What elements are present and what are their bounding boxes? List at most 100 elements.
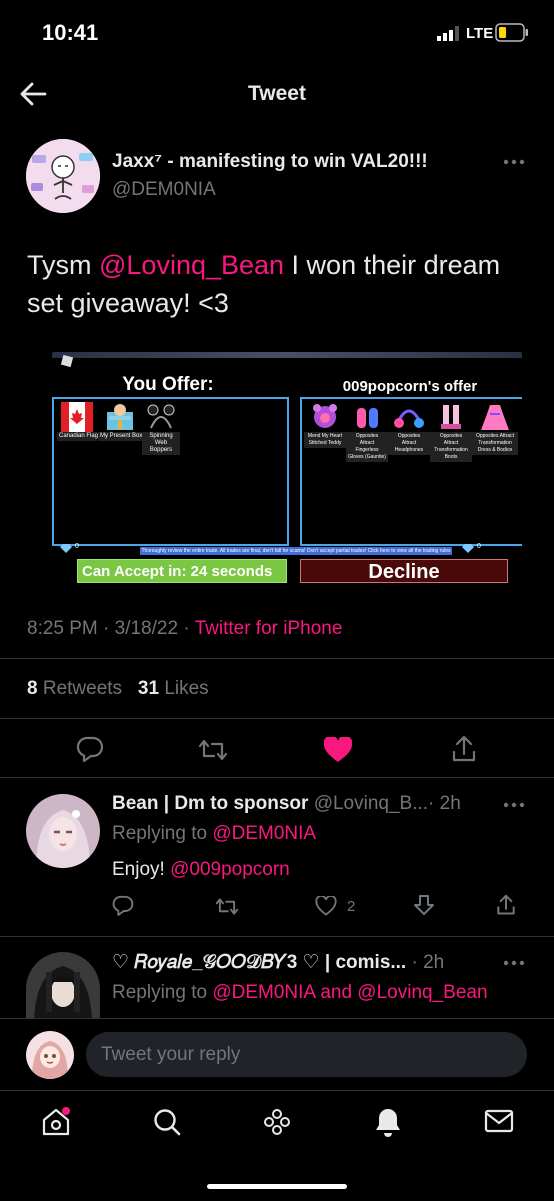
tweet-text: Tysm @Lovinq_Bean I won their dream set … [27,246,527,322]
tweet-image[interactable]: You Offer: 009popcorn's offer Canadian F… [52,352,522,583]
my-avatar[interactable] [26,1031,74,1079]
image-top-strip [52,352,522,358]
reply-author[interactable]: Bean | Dm to sponsor @Lovinq_B...· 2h [112,793,461,815]
accept-trade-button[interactable]: Can Accept in: 24 seconds [77,559,287,583]
canadian-flag-icon [61,402,93,432]
reply-author-name: Bean | Dm to sponsor [112,793,309,814]
item-label: Opposites Attract Headphones [388,432,430,455]
tweet-stats: 8 Retweets 31 Likes [27,678,209,700]
tweet-mention-link[interactable]: @Lovinq_Bean [99,250,284,280]
boots-icon [441,405,461,429]
tweet-text-start: Tysm [27,250,99,280]
reply-retweet-icon[interactable] [215,897,239,916]
home-indicator [207,1184,347,1189]
retweets-label: Retweets [42,678,123,699]
reply-author-handle: @Lovinq_B... [313,793,429,814]
your-diamond-count: 0 [75,543,79,550]
signal-icon [437,26,459,41]
item-fingerless-gloves: Opposites Attract Fingerless Gloves (Gau… [346,402,388,462]
retweets-count: 8 [27,678,38,699]
reply-more-icon[interactable] [503,802,525,808]
tweet-meta: 8:25 PM · 3/18/22 · Twitter for iPhone [27,618,342,640]
replying-to-label: Replying to [112,823,213,844]
reply-icon[interactable] [76,736,104,762]
reply-text: Enjoy! @009popcorn [112,859,290,881]
tweet-timestamp: 8:25 PM · 3/18/22 · [27,618,195,639]
reply-like-icon[interactable] [315,896,337,916]
likes-stat[interactable]: 31 Likes [138,678,209,699]
share-icon[interactable] [451,735,477,763]
network-label: LTE [466,25,494,42]
your-offer-panel: Canadian Flag My Present Box Spinning We… [52,397,289,546]
their-offer-panel: Mend My Heart Stitched Teddy Opposites A… [300,397,522,546]
replying-to: Replying to @DEM0NIA [112,823,316,845]
author-name[interactable]: Jaxx⁷ - manifesting to win VAL20!!! [112,151,428,173]
divider [0,936,554,937]
dress-icon [481,405,509,430]
item-present-box: My Present Box [98,402,142,441]
likes-count: 31 [137,678,160,699]
tweet-source-link[interactable]: Twitter for iPhone [195,618,343,639]
item-canadian-flag: Canadian Flag [57,402,99,441]
decline-trade-button[interactable]: Decline [300,559,508,583]
item-web-boppers: Spinning Web Boppers [142,402,180,455]
like-heart-icon[interactable] [324,737,352,763]
roblox-logo-icon [60,354,74,368]
spaces-icon[interactable] [262,1107,292,1137]
reply-share-icon[interactable] [496,894,516,916]
messages-mail-icon[interactable] [484,1108,514,1134]
home-icon[interactable] [40,1106,72,1138]
notifications-bell-icon[interactable] [373,1106,403,1138]
item-label: Opposites Attract Transformation Boots [430,432,472,462]
reply-author[interactable]: ♡ 𝑅𝑜𝑦𝑎𝑙𝑒_𝒢𝑂𝑂𝒟𝐵𝑌3 ♡ | comis... · 2h [112,951,444,974]
present-box-icon [107,404,133,430]
item-stitched-teddy: Mend My Heart Stitched Teddy [304,402,346,448]
reply-input[interactable]: Tweet your reply [86,1032,527,1077]
status-time: 10:41 [42,20,99,45]
reply-mention-link[interactable]: @009popcorn [170,859,290,880]
their-offer-title: 009popcorn's offer [342,378,478,395]
page-title: Tweet [248,82,306,105]
reply-author-name: ♡ 𝑅𝑜𝑦𝑎𝑙𝑒_𝒢𝑂𝑂𝒟𝐵𝑌3 ♡ | comis... [112,952,407,973]
likes-label: Likes [164,678,209,699]
item-label: Canadian Flag [57,432,99,441]
replying-to-label: Replying to [112,982,213,1003]
item-label: Opposites Attract Transformation Dress &… [472,432,518,455]
reply-more-icon[interactable] [503,960,525,966]
diamond-icon [60,544,72,553]
diamond-icon [462,544,474,553]
more-options-icon[interactable] [503,159,525,165]
reply-age: · 2h [428,793,461,814]
retweet-icon[interactable] [198,738,228,762]
item-transformation-boots: Opposites Attract Transformation Boots [430,402,472,462]
divider [0,658,554,659]
reply-downvote-icon[interactable] [413,894,435,916]
replying-to-link[interactable]: @DEM0NIA [212,823,316,844]
stitched-teddy-icon [313,404,337,428]
item-label: Mend My Heart Stitched Teddy [304,432,346,448]
battery-icon [495,23,529,42]
replying-to-link[interactable]: @DEM0NIA and @Lovinq_Bean [212,982,487,1003]
retweets-stat[interactable]: 8 Retweets [27,678,122,699]
their-diamond-count: 0 [477,543,481,550]
web-boppers-icon [147,404,175,429]
search-icon[interactable] [152,1107,182,1137]
author-handle[interactable]: @DEM0NIA [112,179,216,201]
reply-avatar[interactable] [26,952,100,1020]
reply-avatar[interactable] [26,794,100,868]
divider [0,777,554,778]
reply-age: · 2h [411,952,445,973]
divider [0,718,554,719]
item-label: Opposites Attract Fingerless Gloves (Gau… [346,432,388,462]
reply-like-count: 2 [347,898,356,915]
gloves-icon [357,408,378,428]
item-label: Spinning Web Boppers [142,432,180,455]
headphones-icon [394,409,424,428]
reply-text-body: Enjoy! [112,859,171,880]
trade-rules-bar[interactable]: Thoroughly review the entire trade. All … [140,547,452,555]
replying-to: Replying to @DEM0NIA and @Lovinq_Bean [112,982,488,1004]
item-headphones: Opposites Attract Headphones [388,402,430,455]
item-transformation-dress: Opposites Attract Transformation Dress &… [472,402,518,455]
reply-reply-icon[interactable] [112,895,134,916]
author-avatar[interactable] [26,139,100,213]
